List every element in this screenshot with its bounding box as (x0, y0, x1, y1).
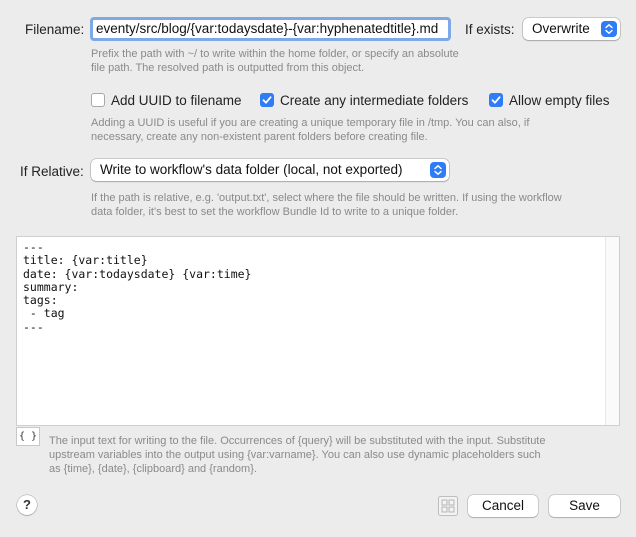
filename-help: Prefix the path with ~/ to write within … (91, 48, 459, 74)
cancel-button[interactable]: Cancel (468, 495, 538, 517)
create-folders-checkbox[interactable] (260, 93, 274, 107)
filename-field-value: eventy/src/blog/{var:todaysdate}-{var:hy… (96, 21, 439, 36)
chevron-up-down-icon (430, 162, 446, 178)
checkmark-icon (491, 96, 501, 104)
help-button[interactable]: ? (17, 495, 37, 515)
chevron-up-down-icon (601, 21, 617, 37)
if-relative-popup[interactable]: Write to workflow's data folder (local, … (91, 159, 449, 181)
if-exists-popup[interactable]: Overwrite (523, 18, 620, 40)
if-relative-label: If Relative: (20, 164, 84, 179)
text-editor[interactable]: --- title: {var:title} date: {var:todays… (16, 236, 620, 426)
add-uuid-checkbox[interactable] (91, 93, 105, 107)
create-folders-label: Create any intermediate folders (280, 93, 469, 108)
editor-scrollbar[interactable] (605, 237, 619, 425)
allow-empty-checkbox[interactable] (489, 93, 503, 107)
question-mark-icon: ? (23, 497, 31, 512)
insert-placeholder-button[interactable]: { } (16, 427, 40, 446)
allow-empty-label: Allow empty files (509, 93, 610, 108)
if-exists-label: If exists: (465, 22, 515, 37)
if-relative-help: If the path is relative, e.g. 'output.tx… (91, 192, 562, 218)
if-exists-value: Overwrite (532, 21, 590, 36)
text-editor-content[interactable]: --- title: {var:title} date: {var:todays… (23, 240, 601, 334)
save-button[interactable]: Save (549, 495, 620, 517)
editor-help: The input text for writing to the file. … (49, 435, 546, 475)
checkmark-icon (262, 96, 272, 104)
filename-label: Filename: (25, 22, 85, 37)
grid-icon[interactable] (438, 496, 458, 516)
filename-field[interactable]: eventy/src/blog/{var:todaysdate}-{var:hy… (90, 17, 451, 41)
options-help: Adding a UUID is useful if you are creat… (91, 117, 530, 143)
if-relative-value: Write to workflow's data folder (local, … (100, 162, 403, 177)
add-uuid-label: Add UUID to filename (111, 93, 242, 108)
